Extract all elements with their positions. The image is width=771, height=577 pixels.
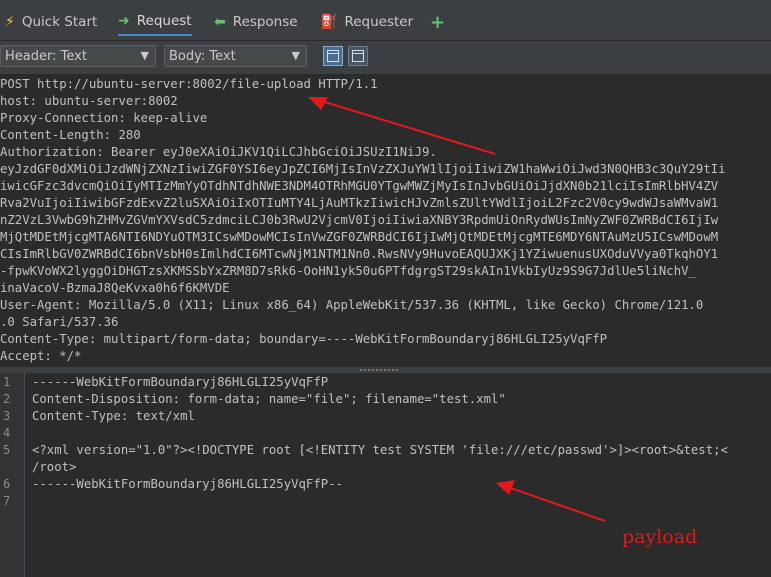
header-line: Accept: */* — [0, 349, 82, 363]
plus-icon: + — [430, 11, 446, 33]
chevron-down-icon: ▼ — [140, 49, 149, 62]
body-line: Content-Type: text/xml — [32, 409, 195, 423]
body-line: ------WebKitFormBoundaryj86HLGLI25yVqFfP… — [32, 477, 343, 491]
split-vertical-icon — [327, 50, 339, 62]
header-line: Content-Type: multipart/form-data; bound… — [0, 332, 608, 346]
line-number: 6 — [3, 477, 11, 491]
requester-icon: ⛽ — [320, 14, 338, 30]
line-number-gutter: 1 2 3 4 5 6 7 — [0, 373, 25, 577]
splitter-grip[interactable] — [360, 369, 400, 371]
header-line: Rva2VuIjoiIiwibGFzdExvZ2luSXAiOiIxOTIuMT… — [0, 196, 719, 210]
header-line: host: ubuntu-server:8002 — [0, 94, 178, 108]
header-line: inaVacoV-BzmaJ8QeKvxa0h6f6KMVDE — [0, 281, 230, 295]
body-view-value: Body: Text — [169, 48, 236, 64]
header-line: MjQtMDEtMjcgMTA6NTI6NDYuOTM3ICswMDowMCIs… — [0, 230, 719, 244]
body-line: <?xml version="1.0"?><!DOCTYPE root [<!E… — [32, 443, 728, 457]
header-line: eyJzdGF0dXMiOiJzdWNjZXNzIiwiZGF0YSI6eyJp… — [0, 162, 726, 176]
header-line: -fpwKVoWX2lyggOiDHGTzsXKMSSbYxZRM8D7sRk6… — [0, 264, 696, 278]
tab-bar: ⚡ Quick Start ➜ Request ⬅ Response ⛽ Req… — [0, 0, 771, 41]
request-headers-editor[interactable]: POST http://ubuntu-server:8002/file-uplo… — [0, 74, 771, 366]
header-view-select[interactable]: Header: Text ▼ — [0, 45, 156, 67]
header-line: Authorization: Bearer eyJ0eXAiOiJKV1QiLC… — [0, 145, 437, 159]
tab-quick-start[interactable]: ⚡ Quick Start — [5, 8, 97, 36]
tab-response[interactable]: ⬅ Response — [214, 8, 298, 36]
line-number: 4 — [3, 426, 11, 440]
header-line: Content-Length: 280 — [0, 128, 141, 142]
body-line: ------WebKitFormBoundaryj86HLGLI25yVqFfP — [32, 375, 329, 389]
tab-label: Request — [136, 13, 192, 29]
body-line: /root> — [32, 460, 77, 474]
header-view-value: Header: Text — [5, 48, 87, 64]
split-horizontal-button[interactable] — [348, 46, 368, 66]
line-number: 1 — [3, 375, 11, 389]
line-number: 2 — [3, 392, 11, 406]
header-line: nZ2VzL3VwbG9hZHMvZGVmYXVsdC5zdmciLCJ0b3R… — [0, 213, 719, 227]
arrow-right-icon: ➜ — [118, 13, 130, 29]
body-view-select[interactable]: Body: Text ▼ — [164, 45, 307, 67]
payload-annotation-label: payload — [622, 526, 698, 548]
body-line: Content-Disposition: form-data; name="fi… — [32, 392, 506, 406]
split-vertical-button[interactable] — [323, 46, 343, 66]
tab-request[interactable]: ➜ Request — [118, 8, 192, 36]
arrow-left-icon: ⬅ — [214, 14, 226, 30]
header-line: CIsImRlbGV0ZWRBdCI6bnVsbH0sImlhdCI6MTcwN… — [0, 247, 719, 261]
header-line: User-Agent: Mozilla/5.0 (X11; Linux x86_… — [0, 298, 704, 312]
tab-requester[interactable]: ⛽ Requester — [320, 8, 413, 36]
line-number: 7 — [3, 494, 11, 508]
line-number: 5 — [3, 443, 11, 457]
request-line: POST http://ubuntu-server:8002/file-uplo… — [0, 77, 378, 91]
line-number: 3 — [3, 409, 11, 423]
tab-label: Response — [232, 14, 298, 30]
tab-label: Quick Start — [21, 14, 98, 30]
header-line: Proxy-Connection: keep-alive — [0, 111, 208, 125]
header-line: iwicGFzc3dvcmQiOiIyMTIzMmYyOTdhNTdhNWE3N… — [0, 179, 719, 193]
tab-label: Requester — [344, 14, 414, 30]
add-tab-button[interactable]: + — [430, 8, 452, 36]
lightning-icon: ⚡ — [5, 14, 15, 30]
view-toolbar: Header: Text ▼ Body: Text ▼ — [0, 41, 771, 73]
chevron-down-icon: ▼ — [291, 49, 300, 62]
split-horizontal-icon — [352, 50, 364, 62]
header-line: .0 Safari/537.36 — [0, 315, 119, 329]
